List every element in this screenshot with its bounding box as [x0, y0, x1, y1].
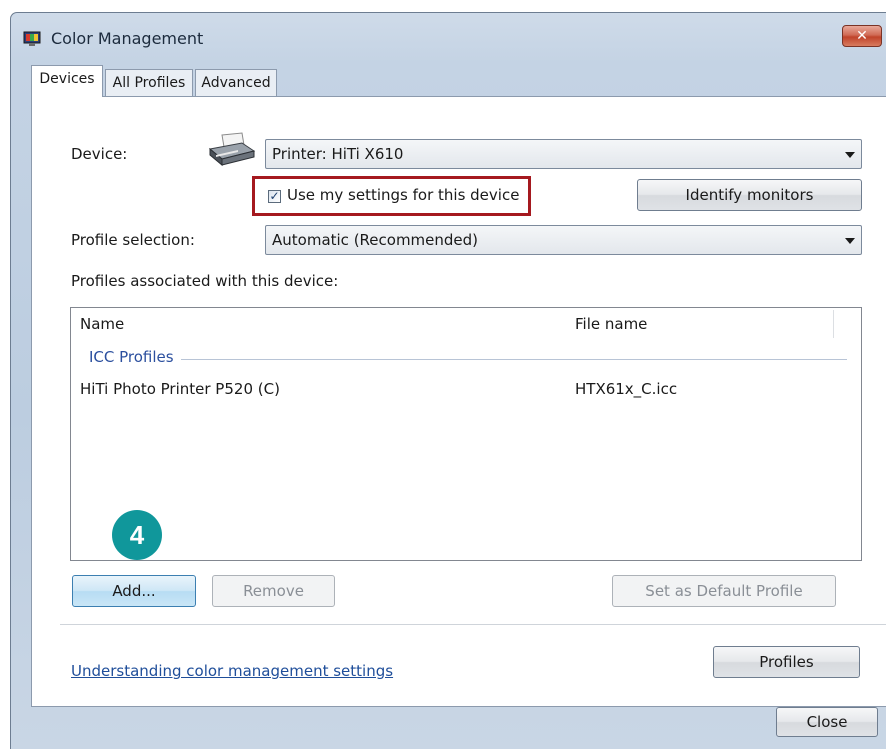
profiles-button[interactable]: Profiles [713, 646, 860, 678]
device-dropdown[interactable]: Printer: HiTi X610 [265, 139, 862, 169]
add-button[interactable]: Add... [72, 575, 196, 607]
tab-devices[interactable]: Devices [31, 65, 103, 97]
color-management-window: Color Management ✕ Devices All Profiles … [10, 12, 886, 749]
profile-selection-label: Profile selection: [71, 231, 195, 249]
profile-selection-value: Automatic (Recommended) [272, 231, 479, 249]
identify-monitors-button[interactable]: Identify monitors [637, 179, 862, 211]
chevron-down-icon [845, 238, 855, 244]
profile-selection-dropdown[interactable]: Automatic (Recommended) [265, 225, 862, 255]
use-settings-checkbox[interactable]: ✓ [268, 190, 281, 203]
use-settings-label[interactable]: Use my settings for this device [287, 186, 519, 204]
row-name-cell: HiTi Photo Printer P520 (C) [80, 380, 280, 398]
row-file-cell: HTX61x_C.icc [575, 380, 678, 398]
group-header-icc: ICC Profiles [89, 348, 174, 366]
devices-panel: Device: Printer: HiTi X610 ✓ Use my sett… [31, 96, 886, 707]
color-management-icon [23, 31, 41, 46]
device-dropdown-value: Printer: HiTi X610 [272, 145, 404, 163]
column-header-file-name[interactable]: File name [575, 308, 647, 340]
close-button[interactable]: Close [776, 707, 878, 737]
remove-button[interactable]: Remove [212, 575, 335, 607]
tab-strip: Devices All Profiles Advanced [31, 65, 886, 97]
column-separator [833, 310, 834, 338]
section-divider [60, 624, 886, 625]
tab-advanced[interactable]: Advanced [195, 69, 277, 97]
title-close-button[interactable]: ✕ [842, 25, 882, 47]
printer-icon [208, 132, 256, 167]
title-bar[interactable]: Color Management ✕ [11, 13, 886, 59]
step-badge: 4 [112, 510, 162, 560]
understanding-color-link[interactable]: Understanding color management settings [71, 662, 393, 680]
set-default-profile-button[interactable]: Set as Default Profile [612, 575, 836, 607]
column-header-name[interactable]: Name [80, 308, 124, 340]
tab-all-profiles[interactable]: All Profiles [105, 69, 193, 97]
profiles-list[interactable]: Name File name ICC Profiles HiTi Photo P… [70, 307, 862, 561]
close-icon: ✕ [856, 28, 868, 44]
chevron-down-icon [845, 152, 855, 158]
group-divider [181, 359, 847, 360]
device-label: Device: [71, 145, 128, 163]
window-title: Color Management [51, 29, 204, 48]
profiles-caption: Profiles associated with this device: [71, 272, 339, 290]
